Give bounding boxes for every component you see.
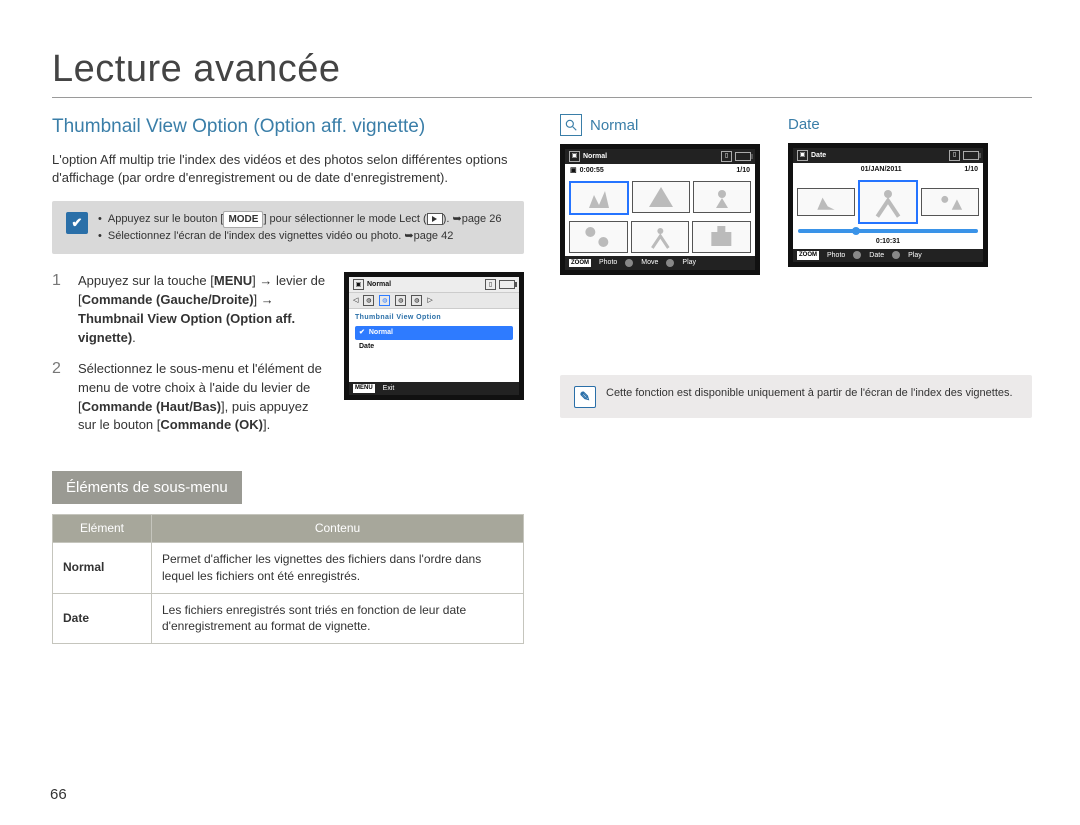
- label-date: Date: [788, 114, 820, 135]
- note-icon: ✎: [574, 386, 596, 408]
- scroll-left-icon: ◁: [353, 296, 358, 306]
- note-text: Cette fonction est disponible uniquement…: [606, 385, 1013, 402]
- lcd-footer-bar: MENU Exit: [349, 382, 519, 396]
- bullet-item: • Sélectionnez l'écran de l'index des vi…: [98, 228, 510, 245]
- menu-item-date: Date: [355, 340, 513, 354]
- normal-preview-block: Normal ▣ Normal ▯: [560, 114, 760, 275]
- strip-icon: ◍: [411, 295, 422, 306]
- col-element: Elément: [53, 515, 152, 543]
- step-text: Sélectionnez le sous-menu et l'élément d…: [78, 360, 328, 435]
- lcd-top-bar: ▣ Normal ▯: [349, 277, 519, 293]
- thumbnail-filmstrip: [793, 177, 983, 227]
- bullet-item: • Appuyez sur le bouton [MODE] pour séle…: [98, 211, 510, 228]
- title-divider: [52, 97, 1032, 98]
- col-content: Contenu: [152, 515, 524, 543]
- menu-chip: MENU: [353, 384, 375, 392]
- step-1: 1 Appuyez sur la touche [MENU] → levier …: [52, 272, 328, 347]
- menu-item-normal: ✔ Normal: [355, 326, 513, 340]
- thumbnail: [858, 180, 918, 224]
- table-row: Normal Permet d'afficher les vignettes d…: [53, 543, 524, 594]
- check-icon: ✔: [66, 212, 88, 234]
- intro-paragraph: L'option Aff multip trie l'index des vid…: [52, 151, 524, 187]
- battery-icon: [963, 151, 979, 160]
- thumbnail: [797, 188, 855, 216]
- lcd-menu-title: Thumbnail View Option: [355, 313, 513, 323]
- thumbnail: [921, 188, 979, 216]
- joystick-icon: [666, 259, 674, 267]
- thumbnail: [569, 181, 629, 215]
- section-heading: Thumbnail View Option (Option aff. vigne…: [52, 114, 524, 141]
- right-column: Normal ▣ Normal ▯: [560, 114, 1032, 644]
- lcd-footer-bar: ZOOM Photo Move Play: [565, 256, 755, 270]
- date-preview-block: Date ▣ Date ▯: [788, 114, 988, 275]
- strip-icon: ◍: [395, 295, 406, 306]
- thumbnail: [569, 221, 628, 253]
- preview-screens-row: Normal ▣ Normal ▯: [560, 114, 1032, 275]
- thumbnail: [692, 221, 751, 253]
- submenu-table: Elément Contenu Normal Permet d'afficher…: [52, 514, 524, 644]
- thumbnail: [631, 221, 690, 253]
- checkmark-icon: ✔: [359, 328, 365, 338]
- step-2: 2 Sélectionnez le sous-menu et l'élément…: [52, 360, 328, 435]
- step-number: 1: [52, 272, 68, 347]
- battery-icon: [499, 280, 515, 289]
- thumbnail-grid-row: [565, 178, 755, 218]
- magnifier-icon: [560, 114, 582, 136]
- lcd-scroll-strip: ◁ ◍ ◍ ◍ ◍ ▷: [349, 293, 519, 309]
- step-text: Appuyez sur la touche [MENU] → levier de…: [78, 272, 328, 347]
- step-block: ▣ Normal ▯ ◁ ◍ ◍ ◍: [52, 272, 524, 447]
- joystick-icon: [625, 259, 633, 267]
- label-row: Normal: [560, 114, 760, 136]
- sd-card-icon: ▯: [949, 150, 960, 161]
- thumbnail-grid-row: [565, 218, 755, 256]
- left-column: Thumbnail View Option (Option aff. vigne…: [52, 114, 524, 644]
- joystick-icon: [892, 251, 900, 259]
- thumbnail: [693, 181, 751, 213]
- label-normal: Normal: [590, 115, 638, 136]
- note-box: ✎ Cette fonction est disponible uniqueme…: [560, 375, 1032, 418]
- manual-page: Lecture avancée Thumbnail View Option (O…: [0, 0, 1080, 664]
- zoom-chip: ZOOM: [797, 251, 819, 259]
- scroll-right-icon: ▷: [427, 296, 432, 306]
- two-column-layout: Thumbnail View Option (Option aff. vigne…: [52, 114, 1032, 644]
- joystick-icon: [853, 251, 861, 259]
- clip-icon: ▣: [570, 166, 577, 176]
- battery-icon: [735, 152, 751, 161]
- lcd-menu-body: Thumbnail View Option ✔ Normal Date: [349, 309, 519, 381]
- info-row: 0:10:31: [793, 235, 983, 249]
- sd-card-icon: ▯: [721, 151, 732, 162]
- zoom-chip: ZOOM: [569, 259, 591, 267]
- prerequisite-box: ✔ • Appuyez sur le bouton [MODE] pour sé…: [52, 201, 524, 255]
- prerequisite-list: • Appuyez sur le bouton [MODE] pour séle…: [98, 211, 510, 245]
- play-mode-icon: [427, 213, 443, 225]
- movie-icon: ▣: [797, 150, 808, 161]
- label-row: Date: [788, 114, 988, 135]
- lcd-normal: ▣ Normal ▯ ▣0:00:55 1/10: [560, 144, 760, 275]
- submenu-header: Éléments de sous-menu: [52, 471, 242, 504]
- movie-icon: ▣: [569, 151, 580, 162]
- step-number: 2: [52, 360, 68, 435]
- timeline-bar: [798, 229, 978, 233]
- page-number: 66: [50, 786, 67, 803]
- info-row: 01/JAN/2011 1/10: [793, 163, 983, 177]
- strip-icon-selected: ◍: [379, 295, 390, 306]
- lcd-menu-illustration: ▣ Normal ▯ ◁ ◍ ◍ ◍: [344, 272, 524, 400]
- lcd-date: ▣ Date ▯ 01/JAN/2011 1/10: [788, 143, 988, 267]
- thumbnail: [632, 181, 690, 213]
- page-title: Lecture avancée: [52, 48, 1032, 91]
- info-row: ▣0:00:55 1/10: [565, 164, 755, 178]
- sd-card-icon: ▯: [485, 279, 496, 290]
- strip-icon: ◍: [363, 295, 374, 306]
- table-row: Date Les fichiers enregistrés sont triés…: [53, 593, 524, 644]
- movie-icon: ▣: [353, 279, 364, 290]
- mode-button-chip: MODE: [223, 211, 263, 228]
- lcd-footer-bar: ZOOM Photo Date Play: [793, 249, 983, 263]
